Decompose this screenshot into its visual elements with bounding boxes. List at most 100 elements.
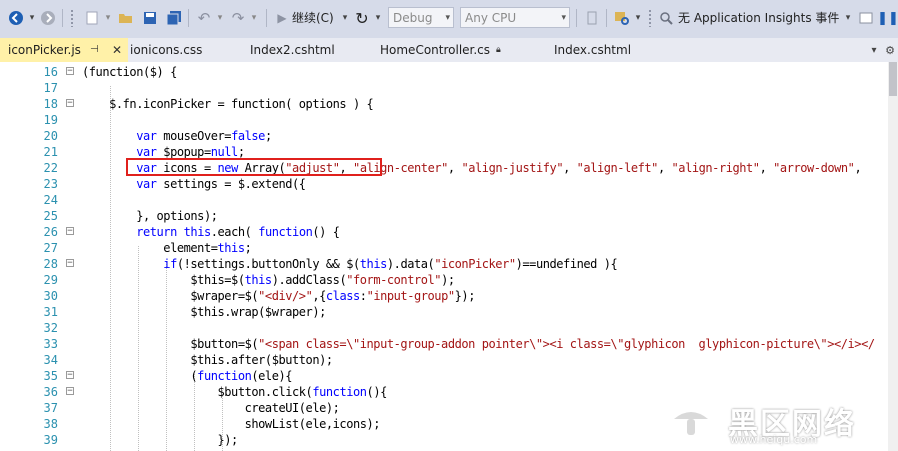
code-line[interactable]: 18− $.fn.iconPicker = function( options … <box>0 96 898 112</box>
tab-index2-cshtml[interactable]: Index2.cshtml <box>242 38 370 62</box>
code-line[interactable]: 16− (function($) { <box>0 64 898 80</box>
close-icon[interactable]: ✕ <box>112 38 122 62</box>
collapse-icon[interactable]: − <box>66 99 74 108</box>
line-number: 27 <box>43 241 58 255</box>
new-project-icon[interactable] <box>84 10 100 26</box>
code-line[interactable]: 34 $this.after($button); <box>0 352 898 368</box>
code-line[interactable]: 27 element=this; <box>0 240 898 256</box>
save-all-icon[interactable] <box>166 10 182 26</box>
code-text: $button.click(function(){ <box>82 385 387 399</box>
line-number: 19 <box>43 113 58 127</box>
undo-icon[interactable]: ↶ <box>196 9 212 27</box>
collapse-icon[interactable]: − <box>66 387 74 396</box>
code-text: createUI(ele); <box>82 401 340 415</box>
code-line[interactable]: 33 $button=$("<span class=\"input-group-… <box>0 336 898 352</box>
pause-icon[interactable]: ❚❚ <box>877 10 898 26</box>
code-line[interactable]: 25 }, options); <box>0 208 898 224</box>
code-text: $this.wrap($wraper); <box>82 305 326 319</box>
watermark: 黑区网络 www.heiqu.com <box>660 399 892 446</box>
code-text: var mouseOver=false; <box>136 129 272 143</box>
code-line[interactable]: 35− (function(ele){ <box>0 368 898 384</box>
redo-dropdown-icon[interactable]: ▾ <box>246 10 262 26</box>
line-number: 30 <box>43 289 58 303</box>
watermark-logo-icon <box>670 401 712 443</box>
continue-play-icon[interactable]: ▶ <box>274 10 290 26</box>
tab-settings-icon[interactable]: ⚙ <box>882 42 898 58</box>
code-text: element=this; <box>82 241 252 255</box>
code-line[interactable]: 19 <box>0 112 898 128</box>
continue-button[interactable]: 继续(C) <box>292 8 334 28</box>
configuration-combo[interactable]: Debug ▾ <box>388 7 454 28</box>
line-number: 17 <box>43 81 58 95</box>
tab-index-cshtml[interactable]: Index.cshtml <box>546 38 666 62</box>
line-number: 34 <box>43 353 58 367</box>
platform-value: Any CPU <box>465 11 517 25</box>
code-line[interactable]: 28− if(!settings.buttonOnly && $(this).d… <box>0 256 898 272</box>
document-tabs: iconPicker.js ⊣ ✕ ionicons.css Index2.cs… <box>0 38 898 64</box>
tab-overflow-icon[interactable]: ▾ <box>866 42 882 58</box>
tab-label: iconPicker.js <box>8 43 81 57</box>
forward-icon[interactable] <box>40 10 56 26</box>
code-line[interactable]: 31 $this.wrap($wraper); <box>0 304 898 320</box>
search-dropdown-icon[interactable]: ▾ <box>630 10 646 26</box>
tab-iconpicker-js[interactable]: iconPicker.js ⊣ ✕ <box>0 38 128 62</box>
code-line[interactable]: 26− return this.each( function() { <box>0 224 898 240</box>
code-text: (function(ele){ <box>82 369 293 383</box>
code-text: if(!settings.buttonOnly && $(this).data(… <box>163 257 618 271</box>
back-icon[interactable] <box>8 10 24 26</box>
redo-icon[interactable]: ↷ <box>230 9 246 27</box>
back-dropdown-icon[interactable]: ▾ <box>24 10 40 26</box>
code-text: $this.after($button); <box>82 353 333 367</box>
line-number: 24 <box>43 193 58 207</box>
line-number: 21 <box>43 145 58 159</box>
tab-ionicons-css[interactable]: ionicons.css <box>122 38 240 62</box>
code-line[interactable]: 24 <box>0 192 898 208</box>
line-number: 25 <box>43 209 58 223</box>
search-files-icon[interactable] <box>614 10 630 26</box>
continue-dropdown-icon[interactable]: ▾ <box>337 10 353 26</box>
code-line[interactable]: 20 var mouseOver=false; <box>0 128 898 144</box>
code-text: $.fn.iconPicker = function( options ) { <box>82 97 374 111</box>
code-line[interactable]: 30 $wraper=$("<div/>",{class:"input-grou… <box>0 288 898 304</box>
tab-homecontroller-cs[interactable]: HomeController.cs 🔒︎ <box>372 38 542 62</box>
scrollbar-thumb[interactable] <box>889 62 897 96</box>
tab-label: Index.cshtml <box>554 43 632 57</box>
line-number: 39 <box>43 433 58 447</box>
new-project-dropdown-icon[interactable]: ▾ <box>100 10 116 26</box>
collapse-icon[interactable]: − <box>66 259 74 268</box>
insights-dropdown-icon[interactable]: ▾ <box>840 10 856 26</box>
tab-label: HomeController.cs <box>380 43 491 57</box>
code-line[interactable]: 36− $button.click(function(){ <box>0 384 898 400</box>
highlight-box <box>126 158 382 176</box>
insights-settings-icon[interactable] <box>858 10 874 26</box>
collapse-icon[interactable]: − <box>66 371 74 380</box>
code-line[interactable]: 32 <box>0 320 898 336</box>
code-line[interactable]: 17 <box>0 80 898 96</box>
code-line[interactable]: 29 $this=$(this).addClass("form-control"… <box>0 272 898 288</box>
open-folder-icon[interactable] <box>118 10 134 26</box>
line-number: 33 <box>43 337 58 351</box>
insights-label[interactable]: 无 Application Insights 事件 <box>678 8 839 28</box>
collapse-icon[interactable]: − <box>66 227 74 236</box>
refresh-icon[interactable]: ↻ <box>354 9 370 28</box>
insights-icon <box>658 10 674 26</box>
code-line[interactable]: 23 var settings = $.extend({ <box>0 176 898 192</box>
save-icon[interactable] <box>142 10 158 26</box>
vertical-scrollbar[interactable] <box>888 62 898 451</box>
line-number: 23 <box>43 177 58 191</box>
tab-label: ionicons.css <box>130 43 203 57</box>
code-text: $button=$("<span class=\"input-group-add… <box>82 337 875 351</box>
undo-dropdown-icon[interactable]: ▾ <box>212 10 228 26</box>
code-text: }, options); <box>82 209 218 223</box>
pin-icon[interactable]: ⊣ <box>90 38 99 62</box>
code-editor[interactable]: 16− (function($) {17 18− $.fn.iconPicker =… <box>0 62 898 451</box>
line-number: 36 <box>43 385 58 399</box>
main-toolbar: ▾ ▾ ↶ ▾ ↷ ▾ ▶ 继续(C) ▾ ↻ ▾ Debug ▾ Any CP… <box>0 0 898 39</box>
platform-combo[interactable]: Any CPU ▾ <box>460 7 570 28</box>
watermark-url: www.heiqu.com <box>730 433 818 446</box>
code-text: $this=$(this).addClass("form-control"); <box>82 273 455 287</box>
device-icon[interactable] <box>584 10 600 26</box>
refresh-dropdown-icon[interactable]: ▾ <box>370 10 386 26</box>
line-number: 18 <box>43 97 58 111</box>
collapse-icon[interactable]: − <box>66 67 74 76</box>
